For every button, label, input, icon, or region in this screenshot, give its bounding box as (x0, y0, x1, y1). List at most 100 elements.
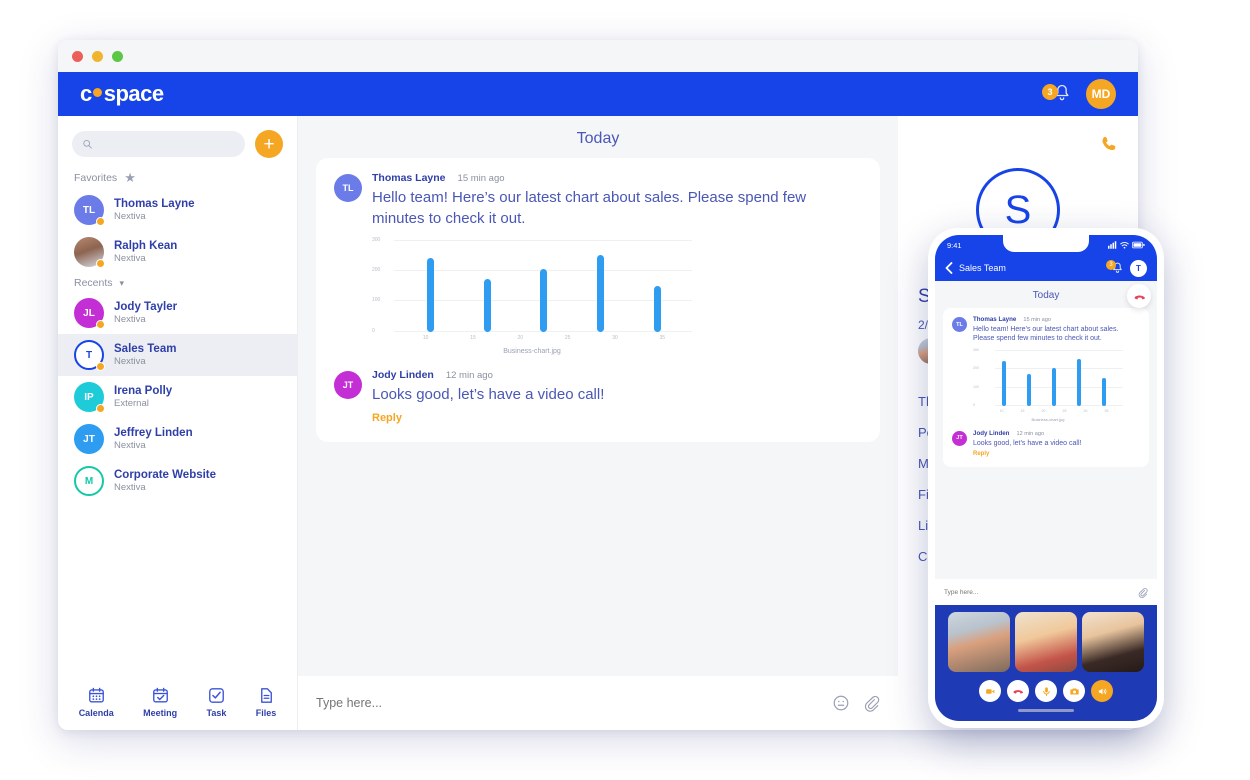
message-list[interactable]: TL Thomas Layne 15 min ago Hello team! H… (298, 158, 898, 676)
contact-text: Jeffrey Linden Nextiva (114, 426, 193, 452)
phone-message-header: Jody Linden 12 min ago (973, 430, 1081, 437)
camera-icon (1069, 688, 1079, 694)
x-tick-label: 10 (422, 334, 429, 341)
notification-count-badge: 3 (1106, 260, 1116, 270)
paperclip-icon[interactable] (862, 694, 880, 712)
logo-text-right: space (103, 81, 164, 106)
message-body: Jody Linden 12 min ago Looks good, let’s… (372, 369, 604, 424)
contact-name: Corporate Website (114, 468, 217, 481)
sidebar-group-recents-header[interactable]: Recents ▾ (58, 273, 297, 292)
phone-notifications-button[interactable]: 3 (1106, 260, 1124, 275)
message-timestamp: 15 min ago (1023, 317, 1052, 323)
phone-message-input[interactable] (944, 588, 1131, 596)
phone-space-avatar[interactable]: T (1130, 259, 1147, 277)
start-call-button[interactable] (1100, 134, 1120, 160)
video-camera-button[interactable] (979, 680, 1001, 702)
contact-name: Irena Polly (114, 384, 173, 397)
sidebar-item-jody-tayler[interactable]: JL Jody Tayler Nextiva (58, 292, 297, 334)
search-box[interactable] (72, 131, 245, 157)
sidebar-nav-files[interactable]: Files (256, 686, 276, 718)
emoji-icon[interactable] (832, 694, 850, 712)
sidebar-nav-calendar[interactable]: Calenda (79, 686, 114, 718)
phone-message-jody-linden: JT Jody Linden 12 min ago Looks good, le… (952, 430, 1140, 457)
day-divider-label: Today (1032, 290, 1060, 301)
contact-org: External (114, 398, 149, 410)
y-tick-label: 0 (973, 403, 975, 408)
phone-status-bar: 9:41 (935, 235, 1157, 255)
sidebar-nav-task[interactable]: Task (207, 686, 226, 718)
contact-name: Ralph Kean (114, 239, 178, 252)
add-new-button[interactable]: + (255, 130, 283, 158)
app-logo[interactable]: c space (80, 81, 164, 107)
reply-link[interactable]: Reply (372, 412, 604, 424)
sidebar-nav-meeting[interactable]: Meeting (143, 686, 177, 718)
contact-text: Irena Polly External (114, 384, 172, 410)
contact-org: Nextiva (114, 440, 146, 452)
participant-tile-2[interactable] (1015, 612, 1077, 672)
sidebar-item-thomas-layne[interactable]: TL Thomas Layne Nextiva (58, 189, 297, 231)
paperclip-icon[interactable] (1137, 587, 1148, 598)
phone-participant-tiles (943, 612, 1149, 672)
chat-panel: Today TL Thomas Layne 15 min ago Hello t… (298, 116, 898, 730)
hang-up-button[interactable] (1007, 680, 1029, 702)
chart-bar (597, 254, 605, 332)
notifications-button[interactable]: 3 (1042, 82, 1072, 106)
x-tick-label: 30 (1083, 408, 1088, 413)
status-indicators (1108, 241, 1145, 249)
sidebar-group-favorites-header: Favorites ★ (58, 166, 297, 189)
y-tick-label: 200 (372, 266, 381, 273)
sidebar-item-sales-team[interactable]: T Sales Team Nextiva (58, 334, 297, 376)
search-input[interactable] (98, 138, 235, 150)
x-tick-label: 10 (999, 408, 1004, 413)
logo-text-left: c (80, 81, 92, 106)
battery-icon (1132, 241, 1145, 249)
reply-link[interactable]: Reply (973, 451, 1081, 457)
message-jody-linden: JT Jody Linden 12 min ago Looks good, le… (334, 369, 862, 424)
chart-attachment[interactable]: 300 200 100 0 10 15 20 25 30 35 Business… (372, 237, 692, 355)
sidebar-nav-label: Calenda (78, 708, 114, 718)
message-header: Thomas Layne 15 min ago (372, 172, 842, 184)
y-tick-label: 100 (973, 384, 979, 389)
sidebar-item-ralph-kean[interactable]: Ralph Kean Nextiva (58, 231, 297, 273)
sidebar-item-jeffrey-linden[interactable]: JT Jeffrey Linden Nextiva (58, 418, 297, 460)
chart-filename-caption: Business-chart.jpg (503, 347, 561, 355)
chart-bar (1102, 377, 1107, 406)
message-input[interactable] (316, 696, 820, 710)
avatar-initials: JT (74, 424, 104, 454)
microphone-button[interactable] (1035, 680, 1057, 702)
x-tick-label: 30 (612, 334, 618, 341)
chart-bar (483, 279, 491, 332)
maximize-window-button[interactable] (112, 50, 123, 62)
sidebar-item-corporate-website[interactable]: M Corporate Website Nextiva (58, 460, 297, 502)
bar-chart: 300 200 100 0 (973, 348, 1123, 408)
x-tick-label: 15 (470, 334, 476, 341)
participant-tile-3[interactable] (1082, 612, 1144, 672)
minimize-window-button[interactable] (92, 50, 103, 62)
contact-org: Nextiva (114, 482, 146, 494)
close-window-button[interactable] (72, 50, 83, 62)
phone-message-list[interactable]: TL Thomas Layne 15 min ago Hello team! H… (935, 308, 1157, 579)
microphone-icon (1042, 686, 1050, 696)
avatar: TL (334, 174, 362, 202)
wifi-icon (1120, 242, 1129, 249)
sidebar-bottom-nav: Calenda Meeting Task Files (58, 676, 297, 730)
chevron-left-icon[interactable] (945, 262, 953, 274)
user-avatar[interactable]: MD (1086, 79, 1116, 109)
phone-day-divider: Today (935, 281, 1157, 308)
file-document-icon (260, 688, 272, 703)
camera-button[interactable] (1063, 680, 1085, 702)
participant-tile-1[interactable] (948, 612, 1010, 672)
phone-chart-attachment[interactable]: 300 200 100 0 10 15 20 25 30 35 Business… (973, 348, 1123, 422)
phone-call-icon (1102, 136, 1116, 151)
message-author: Thomas Layne (372, 172, 446, 184)
app-header: c space 3 MD (58, 72, 1138, 116)
phone-message-body: Jody Linden 12 min ago Looks good, let’s… (973, 430, 1081, 457)
window-titlebar (58, 40, 1138, 72)
avatar: IP (74, 382, 105, 413)
avatar: TL (952, 317, 967, 332)
phone-hangup-button[interactable] (1127, 284, 1151, 308)
meeting-calendar-check-icon (152, 687, 168, 703)
sidebar-item-irena-polly[interactable]: IP Irena Polly External (58, 376, 297, 418)
speaker-button[interactable] (1091, 680, 1113, 702)
space-avatar-initial: S (1004, 187, 1032, 232)
